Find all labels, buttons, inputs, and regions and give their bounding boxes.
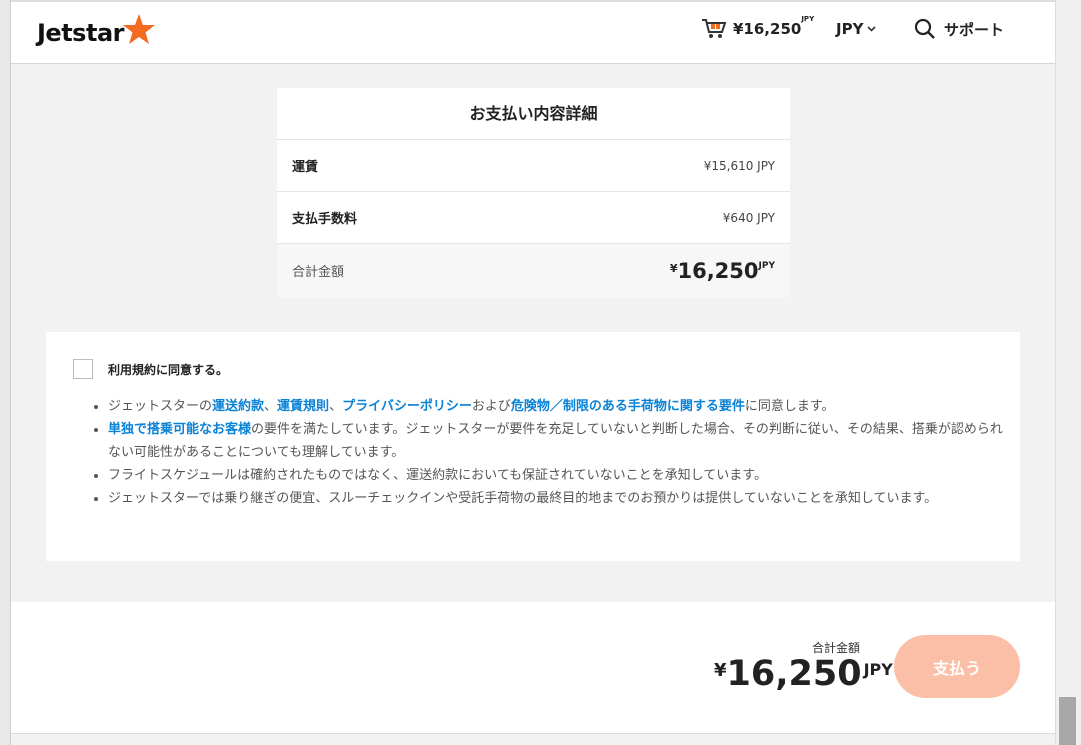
- summary-row-fee: 支払手数料 ¥640 JPY: [277, 192, 790, 244]
- jetstar-logo[interactable]: Jetstar: [37, 14, 157, 50]
- currency-label: JPY: [836, 20, 864, 38]
- terms-panel: 利用規約に同意する。 ジェットスターの運送約款、運賃規則、プライバシーポリシーお…: [46, 332, 1020, 561]
- terms-item-connections: ジェットスターでは乗り継ぎの便宜、スルーチェックインや受託手荷物の最終目的地まで…: [108, 487, 1008, 510]
- agree-checkbox[interactable]: [73, 359, 93, 379]
- pay-button[interactable]: 支払う: [894, 635, 1020, 698]
- page-scrollbar[interactable]: [1055, 0, 1081, 745]
- dangerous-goods-link[interactable]: 危険物／制限のある手荷物に関する要件: [511, 399, 745, 414]
- support-link[interactable]: サポート: [914, 18, 1004, 40]
- star-icon: [122, 14, 155, 44]
- cart-summary[interactable]: ¥16,250JPY: [701, 15, 815, 40]
- summary-title: お支払い内容詳細: [277, 88, 790, 140]
- scrollbar-thumb[interactable]: [1059, 697, 1076, 745]
- total-label: 合計金額: [292, 265, 345, 280]
- logo-text: Jetstar: [37, 19, 124, 47]
- cart-icon: [702, 19, 727, 38]
- fee-label: 支払手数料: [292, 212, 358, 227]
- summary-row-fare: 運賃 ¥15,610 JPY: [277, 140, 790, 192]
- payment-summary-card: お支払い内容詳細 運賃 ¥15,610 JPY 支払手数料 ¥640 JPY 合…: [277, 88, 790, 297]
- fare-label: 運賃: [292, 160, 319, 175]
- site-header: Jetstar ¥16,250JPY JPY サポート: [11, 2, 1055, 64]
- fare-value: ¥15,610 JPY: [703, 158, 775, 173]
- support-label: サポート: [944, 20, 1005, 39]
- conditions-of-carriage-link[interactable]: 運送約款: [212, 399, 264, 414]
- privacy-policy-link[interactable]: プライバシーポリシー: [342, 399, 472, 414]
- solo-travel-link[interactable]: 単独で搭乗可能なお客様: [108, 422, 251, 437]
- summary-total-row: 合計金額 ¥16,250JPY: [277, 244, 790, 297]
- terms-item-agreements: ジェットスターの運送約款、運賃規則、プライバシーポリシーおよび危険物／制限のある…: [108, 395, 1008, 418]
- footer-total-amount: ¥16,250 JPY: [714, 654, 893, 694]
- currency-selector[interactable]: JPY: [836, 20, 877, 38]
- fee-value: ¥640 JPY: [722, 210, 775, 225]
- chevron-down-icon: [867, 26, 877, 32]
- payment-footer: 合計金額 ¥16,250 JPY 支払う: [11, 602, 1055, 734]
- fare-rules-link[interactable]: 運賃規則: [277, 399, 329, 414]
- terms-item-solo-travel: 単独で搭乗可能なお客様の要件を満たしています。ジェットスターが要件を充足していな…: [108, 418, 1008, 464]
- terms-item-schedule: フライトスケジュールは確約されたものではなく、運送約款においても保証されていない…: [108, 464, 1008, 487]
- total-value: ¥16,250JPY: [669, 258, 775, 283]
- search-icon: [914, 18, 935, 39]
- terms-list: ジェットスターの運送約款、運賃規則、プライバシーポリシーおよび危険物／制限のある…: [88, 395, 1008, 510]
- agree-label[interactable]: 利用規約に同意する。: [108, 361, 228, 378]
- window-left-border: [0, 0, 11, 745]
- cart-amount: ¥16,250JPY: [733, 15, 815, 38]
